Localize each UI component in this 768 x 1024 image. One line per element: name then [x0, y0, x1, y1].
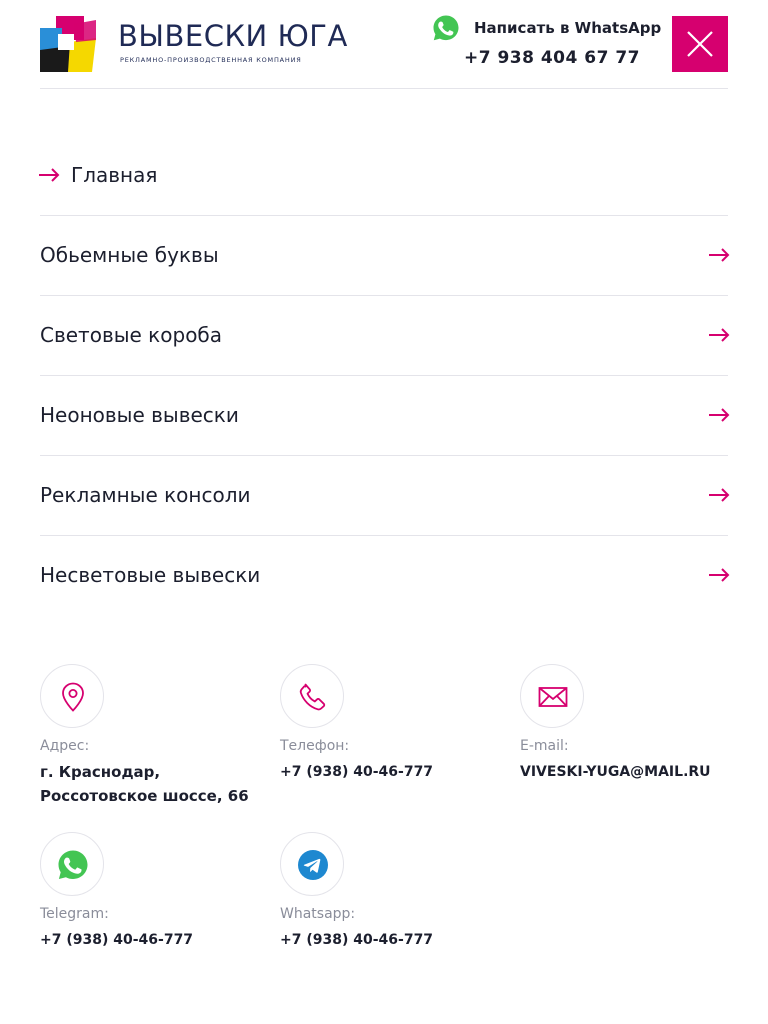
menu-item-label: Обьемные буквы	[40, 243, 219, 267]
menu-item-label: Рекламные консоли	[40, 483, 251, 507]
contact-value[interactable]: +7 (938) 40-46-777	[280, 928, 510, 952]
logo-title: ВЫВЕСКИ ЮГА	[118, 19, 348, 53]
arrow-right-icon	[709, 568, 730, 582]
site-header: ВЫВЕСКИ ЮГА РЕКЛАМНО-ПРОИЗВОДСТВЕННАЯ КО…	[40, 0, 728, 89]
menu-item-non-lit-signs[interactable]: Несветовые вывески	[40, 536, 730, 616]
contact-label: Telegram:	[40, 906, 109, 922]
whatsapp-icon	[433, 15, 459, 41]
menu-item-ad-consoles[interactable]: Рекламные консоли	[40, 456, 730, 536]
menu-item-neon-signs[interactable]: Неоновые вывески	[40, 376, 730, 456]
menu-item-label: Главная	[71, 163, 158, 187]
arrow-right-icon	[709, 408, 730, 422]
main-menu: Главная Обьемные буквы Световые короба Н…	[39, 136, 730, 616]
header-phone[interactable]: +7 938 404 67 77	[464, 48, 640, 68]
menu-item-label: Неоновые вывески	[40, 403, 239, 427]
menu-item-light-boxes[interactable]: Световые короба	[40, 296, 730, 376]
contact-whatsapp: Whatsapp: +7 (938) 40-46-777	[280, 832, 510, 952]
logo[interactable]: ВЫВЕСКИ ЮГА РЕКЛАМНО-ПРОИЗВОДСТВЕННАЯ КО…	[40, 16, 348, 72]
contact-value[interactable]: +7 (938) 40-46-777	[280, 760, 510, 784]
contact-value[interactable]: VIVESKI-YUGA@MAIL.RU	[520, 760, 728, 784]
telegram-icon	[298, 850, 328, 880]
contact-value: г. Краснодар, Россотовское шоссе, 66	[40, 763, 249, 805]
whatsapp-icon	[58, 850, 88, 879]
contact-icon-circle	[40, 664, 104, 728]
contact-email: E-mail: VIVESKI-YUGA@MAIL.RU	[520, 664, 728, 784]
contact-icon-circle	[40, 832, 104, 896]
menu-item-label: Световые короба	[40, 323, 223, 347]
arrow-right-icon	[709, 488, 730, 502]
contact-label: Адрес:	[40, 738, 90, 754]
contact-address: Адрес: г. Краснодар, Россотовское шоссе,…	[40, 664, 270, 808]
contact-phone: Телефон: +7 (938) 40-46-777	[280, 664, 510, 784]
contact-telegram: Telegram: +7 (938) 40-46-777	[40, 832, 270, 952]
contact-label: E-mail:	[520, 738, 569, 754]
contact-icon-circle	[280, 664, 344, 728]
whatsapp-link[interactable]: Написать в WhatsApp	[432, 14, 661, 42]
contact-value[interactable]: +7 (938) 40-46-777	[40, 928, 270, 952]
close-icon	[687, 31, 713, 57]
menu-item-home[interactable]: Главная	[39, 136, 728, 216]
menu-item-label: Несветовые вывески	[40, 563, 261, 587]
contact-icon-circle	[280, 832, 344, 896]
contact-label: Whatsapp:	[280, 906, 356, 922]
logo-subtitle: РЕКЛАМНО-ПРОИЗВОДСТВЕННАЯ КОМПАНИЯ	[120, 56, 302, 64]
close-menu-button[interactable]	[672, 16, 728, 72]
location-pin-icon	[62, 682, 84, 712]
menu-item-volume-letters[interactable]: Обьемные буквы	[40, 216, 730, 296]
arrow-right-icon	[709, 248, 730, 262]
logo-mark-icon	[40, 16, 96, 72]
envelope-icon	[538, 687, 568, 707]
arrow-right-icon	[709, 328, 730, 342]
phone-icon	[299, 683, 326, 711]
whatsapp-link-label: Написать в WhatsApp	[474, 19, 662, 37]
contact-icon-circle	[520, 664, 584, 728]
arrow-right-icon	[39, 168, 60, 182]
contact-label: Телефон:	[280, 738, 350, 754]
